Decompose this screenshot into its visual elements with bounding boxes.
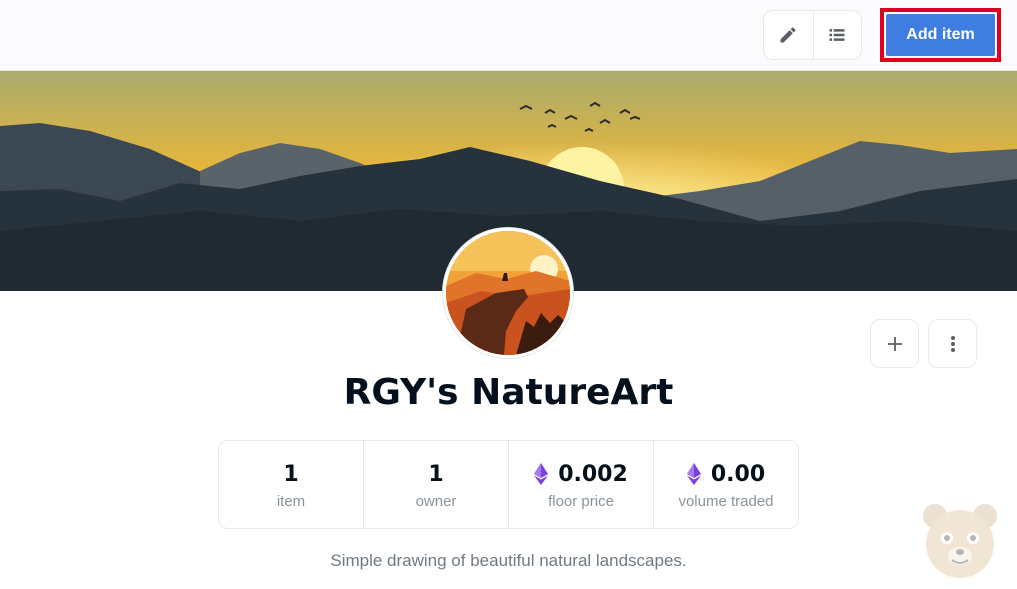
stat-label: floor price [548,493,614,510]
stat-value: 1 [283,459,298,489]
stat-number: 0.002 [558,461,628,487]
collection-title: RGY's NatureArt [343,372,674,413]
list-view-button[interactable] [812,11,862,59]
collection-description: Simple drawing of beautiful natural land… [330,551,687,570]
mascot-watermark-icon [923,504,997,578]
stat-owners[interactable]: 1 owner [363,441,508,528]
view-toggle-group [763,10,862,60]
list-view-icon [829,29,845,41]
add-button[interactable] [870,319,919,368]
plus-icon [887,336,902,351]
add-item-button[interactable]: Add item [886,14,995,56]
ethereum-icon [686,463,701,485]
stat-number: 1 [283,461,299,487]
top-toolbar: Add item [0,0,1017,71]
stat-label: volume traded [678,493,774,510]
more-vertical-icon [950,335,955,352]
collection-avatar [443,228,573,358]
stat-value: 0.002 [534,459,628,489]
collection-actions [870,319,977,368]
edit-button[interactable] [764,11,813,59]
stat-value: 1 [428,459,443,489]
stat-number: 1 [428,461,444,487]
pencil-icon [780,27,796,43]
more-options-button[interactable] [928,319,977,368]
ethereum-icon [534,463,549,485]
collection-stats: 1 item 1 owner 0.002 floor price 0.00 vo… [218,440,799,529]
stat-value: 0.00 [686,459,766,489]
stat-volume-traded[interactable]: 0.00 volume traded [653,441,798,528]
stat-floor-price[interactable]: 0.002 floor price [508,441,653,528]
stat-number: 0.00 [710,461,766,487]
stat-items[interactable]: 1 item [219,441,363,528]
stat-label: item [276,493,306,510]
stat-label: owner [415,493,457,510]
add-item-highlight: Add item [880,8,1001,62]
